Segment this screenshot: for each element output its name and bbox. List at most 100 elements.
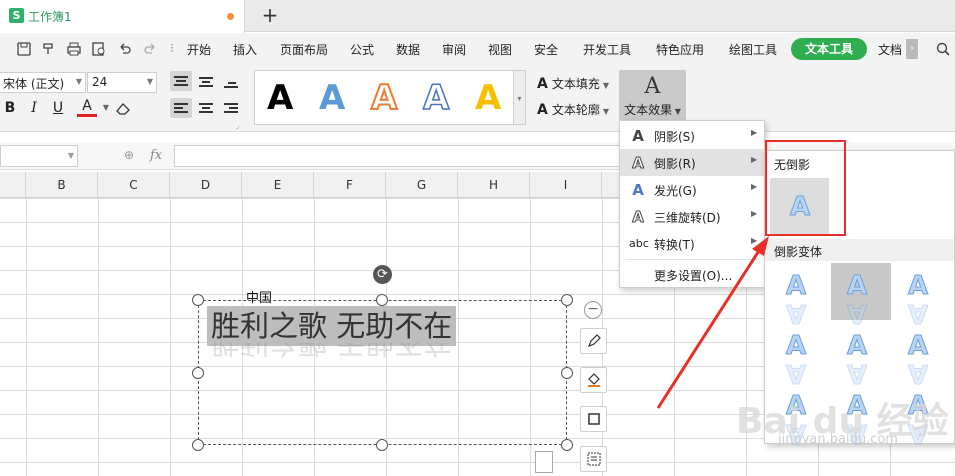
text-reflection: 胜利之歌 无助不在 [211,343,453,360]
font-size-select[interactable]: 24 ▼ [87,72,157,93]
tab-workbook1[interactable]: S 工作簿1 [0,0,245,33]
menu-overflow-icon[interactable]: ⁝ [170,41,174,55]
menu-developer[interactable]: 开发工具 [583,41,631,58]
resize-handle[interactable] [192,439,204,451]
reflection-variant[interactable]: A [892,323,952,380]
name-box[interactable]: ▼ [0,145,78,167]
gallery-expand-button[interactable]: ▾ [514,70,526,125]
chevron-right-icon: ▶ [751,182,758,191]
menu-insert[interactable]: 插入 [233,41,257,58]
redo-icon[interactable] [142,41,158,57]
column-header[interactable]: F [314,172,386,198]
menu-item-transform[interactable]: abc 转换(T) ▶ [620,230,764,257]
column-header[interactable]: D [170,172,242,198]
text-style-blue-outline[interactable]: A [422,76,450,120]
rotate-handle-icon[interactable]: ⟳ [373,265,392,284]
menu-page-layout[interactable]: 页面布局 [280,41,328,58]
align-left-button[interactable] [170,98,192,118]
resize-handle[interactable] [561,367,573,379]
text-style-orange-outline[interactable]: A [370,76,398,120]
menu-item-label: 转换(T) [654,238,695,252]
text-box-content[interactable]: 胜利之歌 无助不在 [207,306,457,346]
italic-button[interactable]: I [24,98,44,118]
resize-handle[interactable] [192,294,204,306]
menu-text-tools[interactable]: 文本工具 [791,38,867,60]
underline-button[interactable]: U [48,98,68,118]
resize-handle[interactable] [192,367,204,379]
resize-handle[interactable] [561,294,573,306]
save-icon[interactable] [16,41,32,57]
layout-option-button[interactable] [535,451,553,473]
menu-review[interactable]: 审阅 [442,41,466,58]
align-middle-button[interactable] [195,71,217,91]
font-color-button[interactable]: A [77,98,97,117]
fill-tool-button[interactable] [580,367,607,393]
text-style-black[interactable]: A [267,76,293,120]
resize-handle[interactable] [376,439,388,451]
formula-input[interactable] [174,145,634,167]
new-tab-button[interactable]: + [259,3,281,27]
column-header[interactable]: E [242,172,314,198]
menu-scroll-right-button[interactable]: › [906,39,918,59]
column-header[interactable]: H [458,172,530,198]
reflection-variant[interactable]: A [831,323,891,380]
column-header[interactable]: G [386,172,458,198]
font-color-dropdown-icon[interactable]: ▼ [96,98,116,118]
column-header[interactable]: I [530,172,602,198]
menu-item-glow[interactable]: A 发光(G) ▶ [620,176,764,203]
column-header-a[interactable] [0,172,26,198]
pen-tool-button[interactable] [580,328,607,354]
text-style-blue[interactable]: A [319,76,345,120]
menu-view[interactable]: 视图 [488,41,512,58]
zoom-icon[interactable]: ⊕ [124,148,134,162]
search-icon[interactable] [935,41,951,57]
reflection-variants-heading: 倒影变体 [774,245,823,259]
reflection-variant[interactable]: A [831,263,891,320]
format-painter-icon[interactable] [41,41,57,57]
print-icon[interactable] [66,41,82,57]
menu-item-shadow[interactable]: A 阴影(S) ▶ [620,122,764,149]
align-bottom-button[interactable] [220,71,242,91]
glow-icon: A [632,181,644,199]
font-name-select[interactable]: 宋体 (正文) ▼ [0,72,86,93]
menu-document[interactable]: 文档 [878,41,902,58]
menu-special-apps[interactable]: 特色应用 [656,41,704,58]
text-fill-button[interactable]: A 文本填充 ▼ [537,75,609,92]
chevron-down-icon: ▼ [67,151,74,160]
text-outline-button[interactable]: A 文本轮廓 ▼ [537,101,609,118]
menu-item-3d-rotation[interactable]: A 三维旋转(D) ▶ [620,203,764,230]
reflection-variant[interactable]: A [770,323,830,380]
menu-item-label: 三维旋转(D) [654,211,721,225]
bold-button[interactable]: B [0,98,20,118]
text-style-gold[interactable]: A [475,76,501,120]
text-wrap-tool-button[interactable] [580,446,607,472]
resize-handle[interactable] [376,294,388,306]
reflection-variant-icon: A [785,271,806,302]
eraser-icon[interactable] [114,99,132,117]
menu-item-reflection[interactable]: A 倒影(R) ▶ [620,149,764,176]
undo-icon[interactable] [117,41,133,57]
fx-icon[interactable]: fx [150,148,162,163]
reflection-variant[interactable]: A [770,263,830,320]
column-header[interactable]: B [26,172,98,198]
border-tool-button[interactable] [580,406,607,432]
paint-bucket-icon [587,373,600,387]
menu-home[interactable]: 开始 [187,41,211,58]
menu-security[interactable]: 安全 [534,41,558,58]
text-effect-button[interactable]: A 文本效果 ▼ [619,70,686,125]
watermark-url: jingyan.baidu.com [778,432,898,447]
collapse-toolbar-button[interactable]: − [584,301,602,319]
menu-drawing-tools[interactable]: 绘图工具 [729,41,777,58]
resize-handle[interactable] [561,439,573,451]
menu-formulas[interactable]: 公式 [350,41,374,58]
align-center-button[interactable] [195,98,217,118]
reflection-variant[interactable]: A [892,263,952,320]
menu-item-more-settings[interactable]: 更多设置(O)... [620,261,764,288]
align-top-button[interactable] [170,71,192,91]
menu-data[interactable]: 数据 [396,41,420,58]
text-box[interactable]: 胜利之歌 无助不在 胜利之歌 无助不在 [198,300,567,445]
align-right-button[interactable] [220,98,242,118]
column-header[interactable]: C [98,172,170,198]
print-preview-icon[interactable] [91,41,107,57]
dialog-launcher-icon[interactable]: ⌟ [236,122,239,130]
